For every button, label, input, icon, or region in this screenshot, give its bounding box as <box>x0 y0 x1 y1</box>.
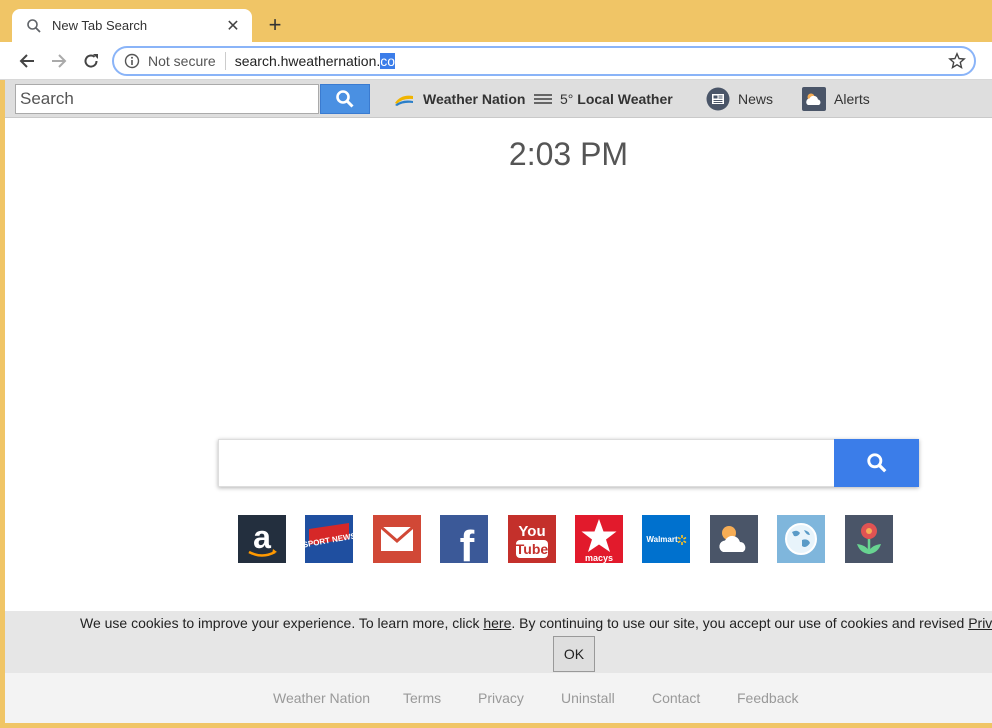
mail-icon <box>379 526 414 551</box>
security-label[interactable]: Not secure <box>148 53 216 69</box>
cookie-banner: We use cookies to improve your experienc… <box>5 611 992 673</box>
new-tab-button[interactable]: + <box>264 14 286 36</box>
reload-button[interactable] <box>81 51 101 71</box>
reload-icon <box>84 54 98 68</box>
star-icon[interactable] <box>948 52 966 70</box>
macys-logo-icon: macys <box>581 519 617 563</box>
tile-walmart[interactable]: Walmart <box>642 515 691 563</box>
newspaper-icon <box>706 87 730 111</box>
footer-link-terms[interactable]: Terms <box>403 690 441 706</box>
main-search-button[interactable] <box>834 439 919 487</box>
weather-nation-link[interactable]: Weather Nation <box>393 88 525 110</box>
divider <box>224 52 226 70</box>
cloud-alert-icon <box>802 87 826 111</box>
url-main: search.hweathernation. <box>234 53 381 69</box>
cloud-sun-icon <box>719 526 746 552</box>
facebook-logo-icon: f <box>460 522 475 563</box>
amazon-logo-icon: a <box>248 519 277 557</box>
tile-facebook-text: f <box>460 522 475 563</box>
main-search-input[interactable] <box>218 439 834 487</box>
sport-news-logo-icon: SPORT NEWS <box>305 515 354 563</box>
tile-facebook[interactable]: f <box>440 515 489 563</box>
cookie-privacy-link[interactable]: Priv <box>968 615 992 631</box>
flower-icon <box>856 523 881 554</box>
news-label: News <box>738 91 774 107</box>
tile-flower[interactable] <box>844 515 893 563</box>
weather-nation-label: Weather Nation <box>423 91 526 107</box>
footer-link-uninstall[interactable]: Uninstall <box>561 690 615 706</box>
window-border <box>5 723 992 728</box>
forward-button[interactable] <box>49 51 69 71</box>
main-search-box <box>218 439 919 487</box>
close-icon[interactable]: ✕ <box>224 17 242 35</box>
footer-link-weather-nation[interactable]: Weather Nation <box>273 690 370 706</box>
cookie-here-link[interactable]: here <box>483 615 511 631</box>
local-weather-label: Local Weather <box>577 91 673 107</box>
address-bar-row: Not secure search.hweathernation.co <box>0 42 992 80</box>
footer-link-feedback[interactable]: Feedback <box>737 690 798 706</box>
url-selected: co <box>380 53 396 69</box>
svg-text:Tube: Tube <box>515 541 548 557</box>
search-icon <box>866 453 886 473</box>
tab-strip: New Tab Search ✕ + <box>0 0 992 42</box>
tile-macys-text: macys <box>585 553 613 563</box>
cookie-message: We use cookies to improve your experienc… <box>80 615 992 631</box>
tile-amazon[interactable]: a <box>238 515 286 563</box>
cookie-text-1: We use cookies to improve your experienc… <box>80 615 484 631</box>
clock-time: 2:03 PM <box>508 136 629 172</box>
back-arrow-icon <box>19 54 34 68</box>
browser-tab[interactable]: New Tab Search ✕ <box>12 9 252 42</box>
url-text[interactable]: search.hweathernation.co <box>234 53 396 69</box>
tile-gmail[interactable] <box>372 515 421 563</box>
tile-sport-news[interactable]: SPORT NEWS <box>305 515 354 563</box>
toolbar-search-button[interactable] <box>320 84 370 114</box>
tile-macys[interactable]: macys <box>574 515 623 563</box>
quick-links: a SPORT NEWS f You Tube macys Walmart <box>238 515 893 563</box>
fog-icon <box>534 94 552 104</box>
tile-youtube-text: You <box>518 523 545 540</box>
globe-icon <box>785 523 818 555</box>
news-link[interactable]: News <box>706 87 774 111</box>
walmart-logo-icon: Walmart <box>647 535 687 545</box>
tile-amazon-text: a <box>253 519 271 555</box>
tile-maps[interactable] <box>777 515 826 563</box>
extension-toolbar: Weather Nation 5° Local Weather News <box>5 80 992 118</box>
youtube-logo-icon: You Tube <box>515 523 548 558</box>
info-icon[interactable] <box>124 53 140 69</box>
search-icon <box>336 90 354 108</box>
alerts-label: Alerts <box>834 91 870 107</box>
search-icon <box>27 18 41 33</box>
toolbar-search-input[interactable] <box>15 84 319 114</box>
page-content: Weather Nation 5° Local Weather News <box>5 80 992 728</box>
cookie-ok-button[interactable]: OK <box>553 636 595 672</box>
alerts-link[interactable]: Alerts <box>802 87 870 111</box>
tile-walmart-text: Walmart <box>647 535 679 544</box>
forward-arrow-icon <box>52 54 67 68</box>
tile-youtube[interactable]: You Tube <box>507 515 556 563</box>
temperature-value: 5° <box>560 91 574 107</box>
tab-title: New Tab Search <box>52 18 148 33</box>
weather-nation-logo-icon <box>395 95 413 106</box>
footer-link-privacy[interactable]: Privacy <box>478 690 524 706</box>
footer: Weather Nation Terms Privacy Uninstall C… <box>5 673 992 723</box>
footer-link-contact[interactable]: Contact <box>652 690 700 706</box>
cookie-text-2: . By continuing to use our site, you acc… <box>511 615 969 631</box>
local-weather-link[interactable]: 5° Local Weather <box>534 88 673 110</box>
url-field[interactable]: Not secure search.hweathernation.co <box>112 46 976 76</box>
back-button[interactable] <box>17 51 37 71</box>
tile-weather[interactable] <box>709 515 758 563</box>
